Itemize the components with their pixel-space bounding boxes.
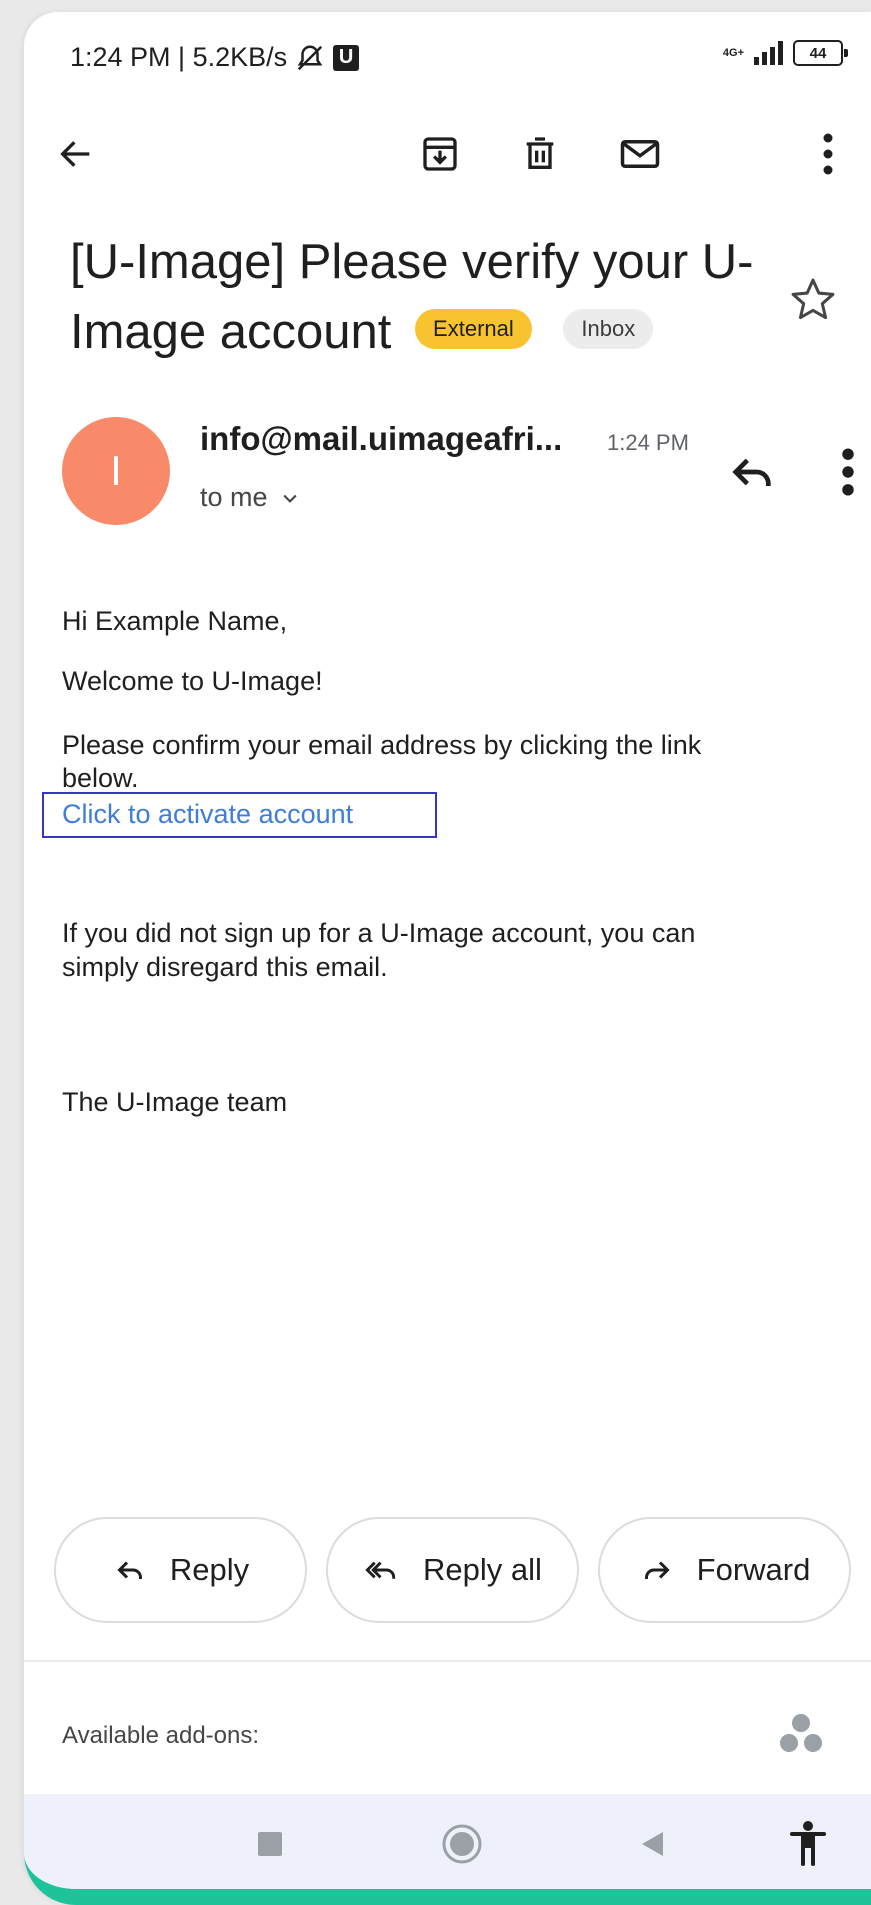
status-left: 1:24 PM | 5.2KB/s U: [70, 42, 360, 73]
accessibility-icon: [790, 1821, 826, 1866]
delete-button[interactable]: [508, 122, 572, 186]
reply-button[interactable]: Reply: [54, 1517, 307, 1623]
home-button[interactable]: [434, 1816, 490, 1872]
activate-account-link[interactable]: Click to activate account: [62, 797, 353, 831]
inbox-label[interactable]: Inbox: [563, 309, 654, 350]
addons-icon[interactable]: [773, 1707, 829, 1763]
phone-screen: 1:24 PM | 5.2KB/s U 4G+ 44 [U-Image] Ple…: [24, 12, 871, 1905]
more-options-button[interactable]: [796, 122, 860, 186]
reply-all-icon: [365, 1561, 396, 1579]
welcome-text: Welcome to U-Image!: [62, 666, 323, 696]
accessibility-button[interactable]: [780, 1816, 836, 1872]
forward-button[interactable]: Forward: [598, 1517, 851, 1623]
status-right: 4G+ 44: [722, 40, 848, 66]
reply-icon: [117, 1561, 142, 1579]
message-more-icon[interactable]: [832, 444, 864, 500]
email-subject: [U-Image] Please verify your U-Image acc…: [70, 227, 790, 367]
status-bar: 1:24 PM | 5.2KB/s U 4G+ 44: [24, 12, 871, 102]
back-button[interactable]: [44, 122, 108, 186]
greeting-text: Hi Example Name,: [62, 606, 288, 636]
forward-icon: [644, 1561, 670, 1579]
square-icon: [258, 1832, 282, 1856]
reply-icon[interactable]: [724, 444, 780, 500]
network-type: 4G+: [722, 46, 744, 59]
reply-all-button[interactable]: Reply all: [326, 1517, 579, 1623]
archive-button[interactable]: [408, 122, 472, 186]
reply-all-label: Reply all: [423, 1552, 542, 1587]
instruction-line-2: below.: [62, 763, 139, 793]
external-label: External: [415, 309, 532, 350]
instruction-line-1: Please confirm your email address by cli…: [62, 730, 702, 760]
battery-icon: 44: [793, 40, 848, 66]
recents-button[interactable]: [242, 1816, 298, 1872]
more-vertical-icon: [823, 133, 833, 175]
bell-muted-icon: [297, 44, 323, 70]
subject-text: [U-Image] Please verify your U-Image acc…: [70, 235, 754, 359]
triangle-back-icon: [642, 1832, 663, 1856]
disclaimer-line-2: simply disregard this email.: [62, 952, 388, 982]
section-divider: [24, 1660, 871, 1662]
signature-text: The U-Image team: [62, 1087, 288, 1117]
sender-address: info@mail.uimageafri...: [200, 420, 563, 457]
trash-icon: [526, 137, 554, 169]
reply-label: Reply: [169, 1552, 250, 1587]
mark-unread-button[interactable]: [608, 122, 672, 186]
circle-home-icon: [442, 1824, 482, 1864]
system-nav-bar: [24, 1794, 871, 1889]
forward-label: Forward: [696, 1552, 811, 1587]
mail-icon: [620, 140, 660, 168]
disclaimer-line-1: If you did not sign up for a U-Image acc…: [62, 918, 696, 948]
email-time: 1:24 PM: [607, 430, 689, 455]
signal-icon: [754, 41, 783, 65]
app-notification-icon: U: [333, 44, 360, 71]
recipient-details-toggle[interactable]: to me: [200, 482, 300, 513]
addons-label: Available add-ons:: [62, 1722, 260, 1749]
status-time-speed: 1:24 PM | 5.2KB/s: [70, 42, 288, 72]
battery-level: 44: [809, 44, 827, 62]
avatar[interactable]: I: [62, 417, 170, 525]
arrow-left-icon: [60, 141, 90, 167]
star-icon[interactable]: [787, 274, 839, 326]
archive-icon: [423, 137, 457, 171]
recipient-label: to me: [200, 482, 268, 512]
back-nav-button[interactable]: [624, 1816, 680, 1872]
email-toolbar: [24, 122, 871, 192]
chevron-down-icon: [282, 494, 297, 503]
